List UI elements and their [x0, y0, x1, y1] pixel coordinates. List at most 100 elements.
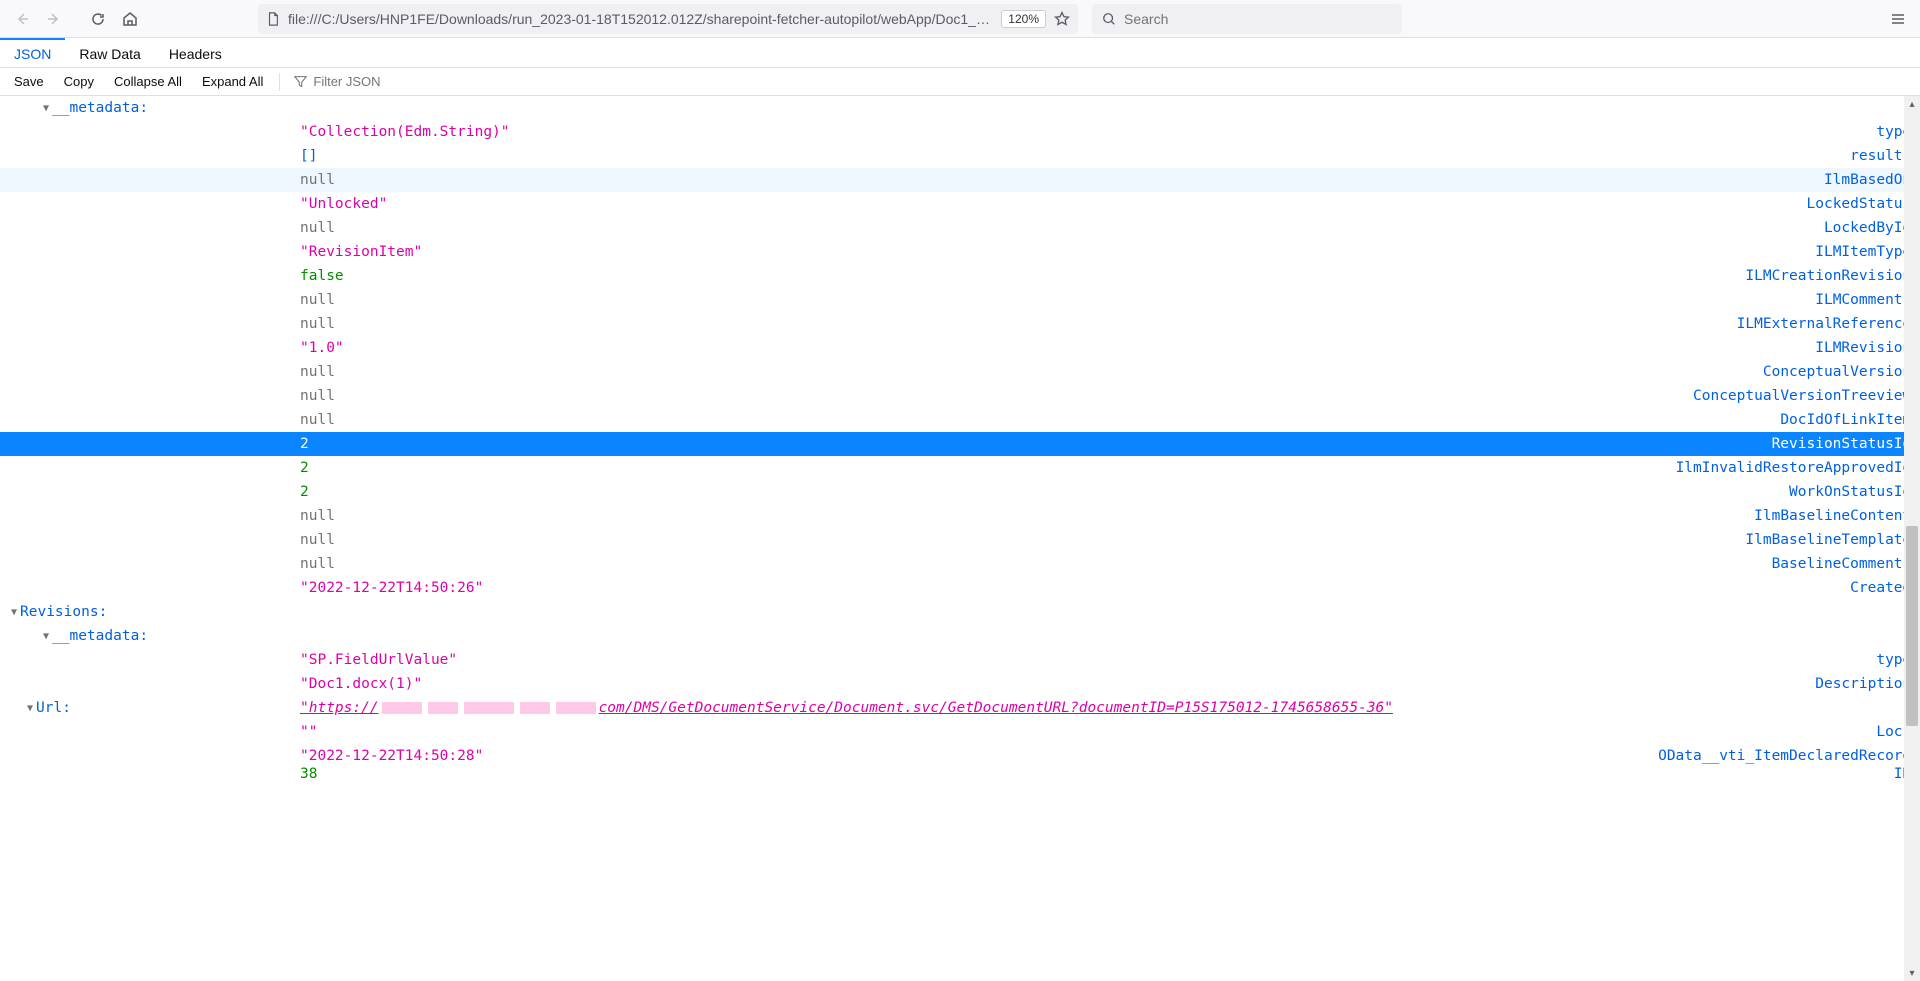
filter-input[interactable]	[313, 74, 433, 89]
json-key: ILMExternalReference	[1737, 316, 1920, 332]
json-value: "1.0"	[300, 340, 344, 356]
json-key: Url	[36, 700, 71, 716]
json-row-created[interactable]: Created"2022-12-22T14:50:26"	[0, 576, 1920, 600]
reload-button[interactable]	[84, 5, 112, 33]
json-row-concvertree[interactable]: ConceptualVersionTreeview null	[0, 384, 1920, 408]
json-key: IlmInvalidRestoreApprovedId	[1676, 460, 1920, 476]
json-key: ConceptualVersion	[1763, 364, 1920, 380]
json-key: __metadata	[52, 628, 148, 644]
zoom-badge[interactable]: 120%	[1001, 10, 1046, 28]
json-row-meta1[interactable]: __metadata	[0, 96, 1920, 120]
scroll-thumb[interactable]	[1906, 526, 1918, 726]
scrollbar[interactable]: ▴ ▾	[1904, 96, 1920, 981]
json-value: "RevisionItem"	[300, 244, 422, 260]
hamburger-menu-button[interactable]	[1884, 5, 1912, 33]
json-value: 2	[300, 460, 309, 476]
json-row-results[interactable]: results[]	[0, 144, 1920, 168]
action-copy[interactable]: Copy	[56, 72, 102, 91]
redacted-segment	[464, 702, 514, 714]
json-row-odatavti[interactable]: OData__vti_ItemDeclaredRecord"2022-12-22…	[0, 744, 1920, 768]
json-value: 38	[300, 766, 317, 782]
json-value: null	[300, 316, 335, 332]
twisty-icon[interactable]	[24, 703, 36, 714]
json-key: BaselineComments	[1772, 556, 1920, 572]
filter-box	[288, 74, 439, 89]
json-row-meta2[interactable]: __metadata	[0, 624, 1920, 648]
arrow-left-icon	[14, 11, 30, 27]
json-row-type2[interactable]: type"SP.FieldUrlValue"	[0, 648, 1920, 672]
tab-json[interactable]: JSON	[0, 38, 65, 67]
twisty-icon[interactable]	[40, 631, 52, 642]
json-key: ConceptualVersionTreeview	[1693, 388, 1920, 404]
json-tree[interactable]: __metadata type"Collection(Edm.String)"re…	[0, 96, 1920, 981]
action-collapse[interactable]: Collapse All	[106, 72, 190, 91]
json-row-revstatusid[interactable]: RevisionStatusId2	[0, 432, 1920, 456]
json-value: null	[300, 292, 335, 308]
scroll-down-icon[interactable]: ▾	[1904, 965, 1920, 981]
json-value: "SP.FieldUrlValue"	[300, 652, 457, 668]
json-row-concver[interactable]: ConceptualVersion null	[0, 360, 1920, 384]
json-row-ilmbasedon[interactable]: IlmBasedOnnull	[0, 168, 1920, 192]
json-value: null	[300, 364, 335, 380]
json-row-ilmitemtype[interactable]: ILMItemType"RevisionItem"	[0, 240, 1920, 264]
json-row-revisions[interactable]: Revisions	[0, 600, 1920, 624]
redacted-segment	[520, 702, 550, 714]
action-expand[interactable]: Expand All	[194, 72, 271, 91]
twisty-icon[interactable]	[40, 103, 52, 114]
redacted-segment	[556, 702, 596, 714]
json-row-lock[interactable]: Lock""	[0, 720, 1920, 744]
json-key: __metadata	[52, 100, 148, 116]
json-row-lockedst[interactable]: LockedStatus"Unlocked"	[0, 192, 1920, 216]
divider	[279, 73, 280, 91]
json-row-ilmbasetmpl[interactable]: IlmBaselineTemplate null	[0, 528, 1920, 552]
json-row-ilmbasecon[interactable]: IlmBaselineContentnull	[0, 504, 1920, 528]
json-row-ilmrev[interactable]: ILMRevision"1.0"	[0, 336, 1920, 360]
twisty-icon[interactable]	[8, 607, 20, 618]
json-value: null	[300, 412, 335, 428]
json-value: "Unlocked"	[300, 196, 387, 212]
forward-button[interactable]	[40, 5, 68, 33]
json-value: "2022-12-22T14:50:26"	[300, 580, 483, 596]
json-row-desc[interactable]: Description"Doc1.docx(1)"	[0, 672, 1920, 696]
json-value: ""	[300, 724, 317, 740]
json-value: 2	[300, 484, 309, 500]
json-value: null	[300, 532, 335, 548]
json-row-docidlink[interactable]: DocIdOfLinkItem null	[0, 408, 1920, 432]
json-row-idrow[interactable]: ID38	[0, 768, 1920, 780]
search-icon	[1102, 12, 1116, 26]
json-row-url[interactable]: Url"https://com/DMS/GetDocumentService/D…	[0, 696, 1920, 720]
json-row-ilmcomments[interactable]: ILMCommentsnull	[0, 288, 1920, 312]
json-row-ilminvalid[interactable]: IlmInvalidRestoreApprovedId 2	[0, 456, 1920, 480]
json-value: null	[300, 220, 335, 236]
json-row-ilmextref[interactable]: ILMExternalReference null	[0, 312, 1920, 336]
json-value: null	[300, 388, 335, 404]
home-button[interactable]	[116, 5, 144, 33]
tab-rawdata[interactable]: Raw Data	[65, 38, 154, 67]
json-row-basecomm[interactable]: BaselineComments null	[0, 552, 1920, 576]
json-key: DocIdOfLinkItem	[1780, 412, 1920, 428]
action-bar: Save Copy Collapse All Expand All	[0, 68, 1920, 96]
action-save[interactable]: Save	[6, 72, 52, 91]
search-bar[interactable]: Search	[1092, 4, 1402, 34]
back-button[interactable]	[8, 5, 36, 33]
json-row-workonstat[interactable]: WorkOnStatusId2	[0, 480, 1920, 504]
json-key: IlmBaselineTemplate	[1745, 532, 1920, 548]
json-key: OData__vti_ItemDeclaredRecord	[1658, 748, 1920, 764]
json-value: 2	[300, 436, 309, 452]
url-text: file:///C:/Users/HNP1FE/Downloads/run_20…	[288, 11, 993, 27]
arrow-right-icon	[46, 11, 62, 27]
filter-icon	[294, 75, 307, 88]
json-value: []	[300, 148, 317, 164]
hamburger-icon	[1890, 11, 1906, 27]
json-row-type1[interactable]: type"Collection(Edm.String)"	[0, 120, 1920, 144]
json-value: false	[300, 268, 344, 284]
bookmark-star-icon[interactable]	[1054, 11, 1070, 27]
url-bar[interactable]: file:///C:/Users/HNP1FE/Downloads/run_20…	[258, 4, 1078, 34]
json-row-lockedby[interactable]: LockedByIdnull	[0, 216, 1920, 240]
json-row-ilmcreationrev[interactable]: ILMCreationRevisionfalse	[0, 264, 1920, 288]
scroll-up-icon[interactable]: ▴	[1904, 96, 1920, 112]
redacted-segment	[382, 702, 422, 714]
json-value: null	[300, 556, 335, 572]
file-icon	[266, 12, 280, 26]
tab-headers[interactable]: Headers	[155, 38, 236, 67]
